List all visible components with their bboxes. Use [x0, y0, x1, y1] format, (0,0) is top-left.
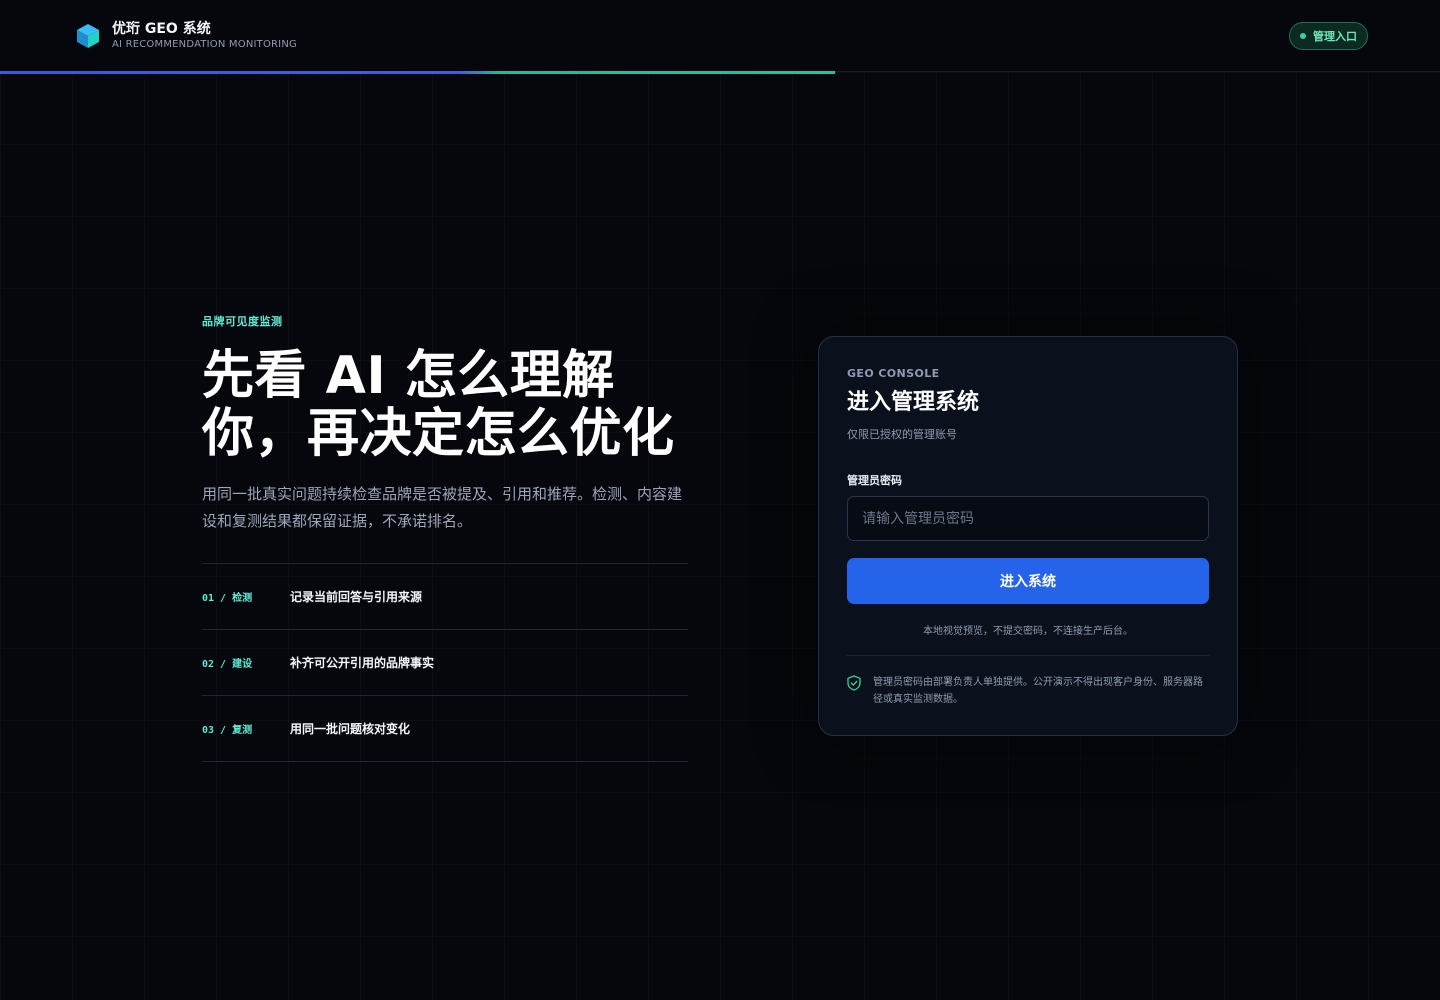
- login-title: 进入管理系统: [847, 390, 980, 415]
- step-tag: 02 / 建设: [202, 659, 253, 670]
- console-eyebrow: GEO CONSOLE: [847, 367, 940, 380]
- step-list: 01 / 检测 记录当前回答与引用来源 02 / 建设 补齐可公开引用的品牌事实…: [202, 563, 688, 762]
- step-tag: 03 / 复测: [202, 725, 253, 736]
- brand-name: 优珩 GEO 系统: [112, 21, 211, 37]
- preview-note: 本地视觉预览，不提交密码，不连接生产后台。: [923, 626, 1133, 637]
- status-dot-icon: [1300, 33, 1306, 39]
- shield-check-icon: [847, 675, 861, 691]
- security-notice: 管理员密码由部署负责人单独提供。公开演示不得出现客户身份、服务器路径或真实监测数…: [847, 674, 1209, 708]
- step-item-retest: 03 / 复测 用同一批问题核对变化: [202, 696, 688, 762]
- cube-logo-icon: [77, 24, 99, 48]
- login-card: GEO CONSOLE 进入管理系统 仅限已授权的管理账号 管理员密码 进入系统…: [818, 336, 1238, 736]
- step-text: 用同一批问题核对变化: [290, 722, 411, 736]
- brand-subtitle: AI RECOMMENDATION MONITORING: [112, 39, 297, 50]
- step-tag: 01 / 检测: [202, 593, 253, 604]
- hero-headline: 先看 AI 怎么理解 你，再决定怎么优化: [202, 347, 692, 463]
- hero-eyebrow: 品牌可见度监测: [202, 315, 283, 328]
- admin-entry-button[interactable]: 管理入口: [1289, 22, 1368, 50]
- login-subtitle: 仅限已授权的管理账号: [847, 428, 957, 441]
- security-note-text: 管理员密码由部署负责人单独提供。公开演示不得出现客户身份、服务器路径或真实监测数…: [873, 677, 1203, 705]
- headline-line-1: 先看 AI 怎么理解: [202, 346, 615, 406]
- hero-intro: 用同一批真实问题持续检查品牌是否被提及、引用和推荐。检测、内容建设和复测结果都保…: [202, 485, 683, 530]
- headline-line-2: 你，再决定怎么优化: [202, 404, 675, 464]
- top-bar: 优珩 GEO 系统 AI RECOMMENDATION MONITORING 管…: [0, 0, 1440, 72]
- admin-entry-label: 管理入口: [1313, 30, 1357, 43]
- password-label: 管理员密码: [847, 474, 902, 487]
- hero-section: 品牌可见度监测 先看 AI 怎么理解 你，再决定怎么优化 用同一批真实问题持续检…: [202, 313, 692, 762]
- card-divider: [847, 655, 1209, 656]
- step-item-build: 02 / 建设 补齐可公开引用的品牌事实: [202, 630, 688, 696]
- enter-system-button[interactable]: 进入系统: [847, 558, 1209, 604]
- step-text: 补齐可公开引用的品牌事实: [290, 656, 435, 670]
- step-text: 记录当前回答与引用来源: [290, 590, 423, 604]
- page-progress-bar: [0, 71, 836, 74]
- brand[interactable]: 优珩 GEO 系统 AI RECOMMENDATION MONITORING: [76, 20, 297, 52]
- password-input[interactable]: [847, 496, 1209, 541]
- step-item-detect: 01 / 检测 记录当前回答与引用来源: [202, 564, 688, 630]
